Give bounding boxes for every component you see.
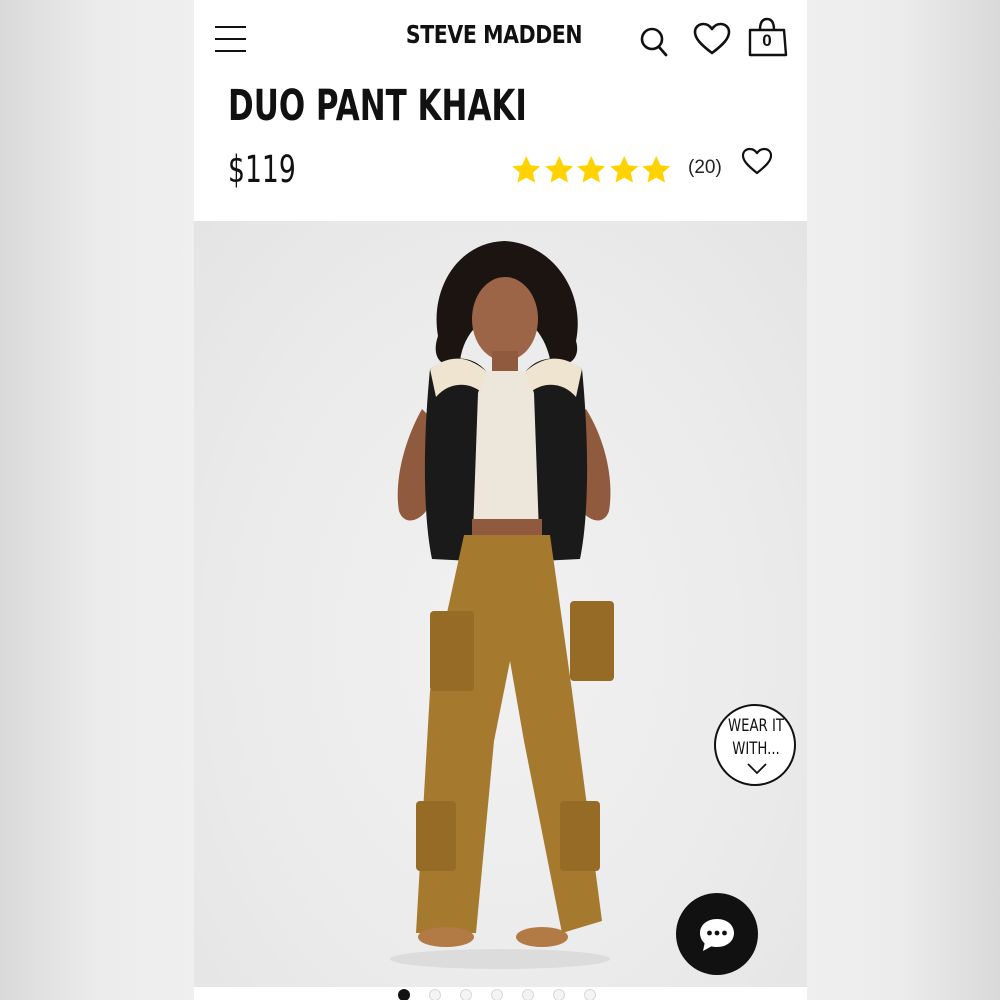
star-icon — [544, 156, 573, 183]
chat-button[interactable] — [676, 893, 758, 975]
star-icon — [577, 156, 606, 183]
wear-it-with-button[interactable]: WEAR IT WITH... — [714, 704, 796, 786]
heart-icon[interactable] — [692, 21, 732, 57]
shopping-bag-icon[interactable]: 0 — [748, 17, 792, 59]
star-icon — [642, 156, 671, 183]
chat-bubble-icon — [700, 919, 734, 951]
search-icon[interactable] — [638, 24, 670, 58]
hamburger-menu-icon[interactable] — [215, 25, 247, 55]
carousel-dot-1[interactable] — [398, 989, 410, 1000]
wear-it-label: WEAR IT — [727, 716, 784, 736]
carousel-dot-6[interactable] — [553, 989, 565, 1000]
star-rating[interactable] — [510, 154, 673, 186]
product-title: DUO PANT KHAKI — [228, 81, 527, 131]
review-count-link[interactable]: (20) — [688, 157, 722, 179]
site-header: STEVE MADDEN 0 — [194, 0, 807, 80]
carousel-dot-3[interactable] — [460, 989, 472, 1000]
wear-with-label: WITH... — [732, 739, 780, 759]
star-icon — [512, 156, 541, 183]
bag-count: 0 — [762, 31, 772, 50]
star-icon — [609, 156, 638, 183]
model-photo — [390, 241, 614, 969]
product-price: $119 — [228, 148, 296, 191]
carousel-dot-2[interactable] — [429, 989, 441, 1000]
carousel-dot-7[interactable] — [584, 989, 596, 1000]
heart-outline-icon[interactable] — [740, 145, 774, 177]
product-page: STEVE MADDEN 0 DUO PANT KHAKI $119 (20) … — [194, 0, 807, 1000]
chevron-down-icon — [747, 763, 767, 775]
carousel-dot-4[interactable] — [491, 989, 503, 1000]
carousel-dot-5[interactable] — [522, 989, 534, 1000]
product-image[interactable]: WEAR IT WITH... — [194, 221, 807, 987]
brand-logo[interactable]: STEVE MADDEN — [404, 20, 584, 49]
